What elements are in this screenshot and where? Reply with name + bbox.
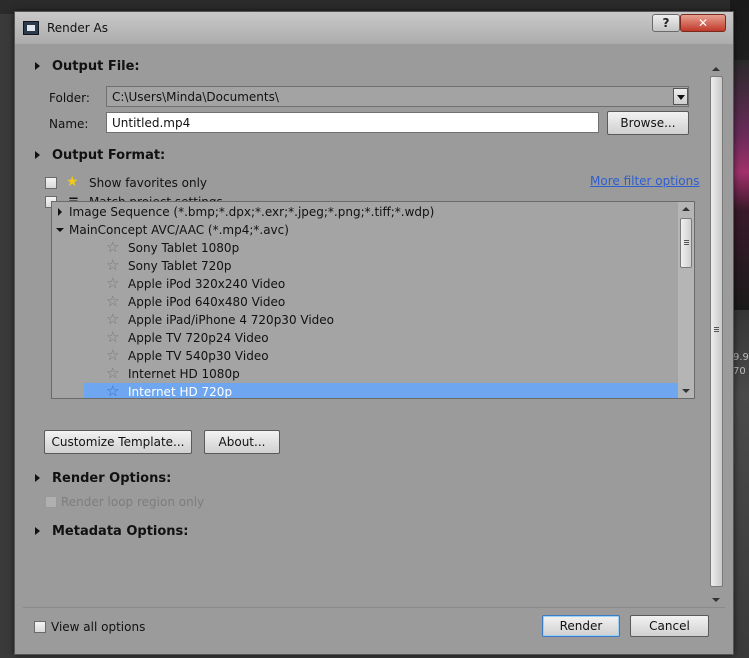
background-readout-2: 70 [733,366,746,377]
template-item[interactable]: ☆ Apple iPod 640x480 Video [52,292,678,311]
template-item[interactable]: ☆ Sony Tablet 1080p [52,238,678,257]
name-label: Name: [49,117,89,131]
render-options-heading[interactable]: Render Options: [52,471,171,486]
render-loop-region-label: Render loop region only [61,495,205,509]
favorite-star-outline-icon[interactable]: ☆ [106,328,119,346]
name-field[interactable]: Untitled.mp4 [106,112,599,133]
format-group-mainconcept[interactable]: MainConcept AVC/AAC (*.mp4;*.avc) [52,221,678,239]
folder-field[interactable]: C:\Users\Minda\Documents\ [106,86,689,107]
output-file-expander-icon[interactable] [35,62,40,70]
template-item-selected[interactable]: ☆ Internet HD 720p [84,382,678,398]
render-as-dialog: Render As ? ✕ Output File: Folder: C:\Us… [14,11,734,655]
format-list-scroll-thumb[interactable] [680,218,692,268]
scroll-down-arrow-icon[interactable] [712,598,720,602]
scroll-up-arrow-icon[interactable] [712,67,720,71]
output-format-expander-icon[interactable] [35,151,40,159]
favorite-star-outline-icon[interactable]: ☆ [106,256,119,274]
view-all-options-checkbox[interactable] [34,621,46,633]
template-item[interactable]: ☆ Sony Tablet 720p [52,256,678,275]
view-all-options-label[interactable]: View all options [51,620,145,634]
render-button[interactable]: Render [542,615,620,637]
show-favorites-label[interactable]: Show favorites only [89,176,207,190]
scroll-up-arrow-icon[interactable] [682,207,690,211]
about-button[interactable]: About... [204,430,280,454]
show-favorites-checkbox[interactable] [45,177,57,189]
collapsed-icon[interactable] [58,208,62,216]
scroll-down-arrow-icon[interactable] [682,389,690,393]
template-item[interactable]: ☆ Apple iPad/iPhone 4 720p30 Video [52,310,678,329]
browse-button[interactable]: Browse... [607,111,689,135]
more-filter-options-link[interactable]: More filter options [590,174,700,188]
favorite-star-outline-icon[interactable]: ☆ [106,292,119,310]
app-icon [23,21,39,35]
favorite-star-outline-icon[interactable]: ☆ [106,382,119,398]
template-item[interactable]: ☆ Apple TV 720p24 Video [52,328,678,347]
help-button[interactable]: ? [652,14,680,32]
folder-label: Folder: [49,91,90,105]
expanded-icon[interactable] [56,228,64,232]
favorite-star-outline-icon[interactable]: ☆ [106,310,119,328]
favorite-star-outline-icon[interactable]: ☆ [106,238,119,256]
output-file-heading[interactable]: Output File: [52,59,140,74]
template-item[interactable]: ☆ Apple TV 540p30 Video [52,346,678,365]
dialog-footer: View all options Render Cancel [23,607,725,652]
favorite-star-outline-icon[interactable]: ☆ [106,346,119,364]
template-item[interactable]: ☆ Internet HD 1080p [52,364,678,383]
customize-template-button[interactable]: Customize Template... [44,430,192,454]
metadata-options-heading[interactable]: Metadata Options: [52,524,188,539]
template-item[interactable]: ☆ Apple iPod 320x240 Video [52,274,678,293]
folder-dropdown-icon[interactable] [673,88,688,105]
favorite-star-outline-icon[interactable]: ☆ [106,364,119,382]
dialog-scrollbar[interactable] [708,61,725,607]
render-loop-region-checkbox[interactable] [45,496,57,508]
format-group-image-sequence[interactable]: Image Sequence (*.bmp;*.dpx;*.exr;*.jpeg… [52,203,678,221]
close-button[interactable]: ✕ [680,14,726,32]
cancel-button[interactable]: Cancel [630,615,709,637]
dialog-scroll-thumb[interactable] [710,76,723,587]
output-format-heading[interactable]: Output Format: [52,148,165,163]
format-list[interactable]: Image Sequence (*.bmp;*.dpx;*.exr;*.jpeg… [51,201,695,399]
dialog-title: Render As [47,21,108,35]
render-options-expander-icon[interactable] [35,474,40,482]
background-readout-1: 9.9 [733,352,749,363]
background-video-thumbnail [733,60,749,310]
title-bar[interactable]: Render As ? ✕ [15,12,733,44]
format-list-scrollbar[interactable] [678,202,694,398]
favorite-star-outline-icon[interactable]: ☆ [106,274,119,292]
metadata-options-expander-icon[interactable] [35,527,40,535]
favorite-star-icon: ★ [66,174,79,190]
